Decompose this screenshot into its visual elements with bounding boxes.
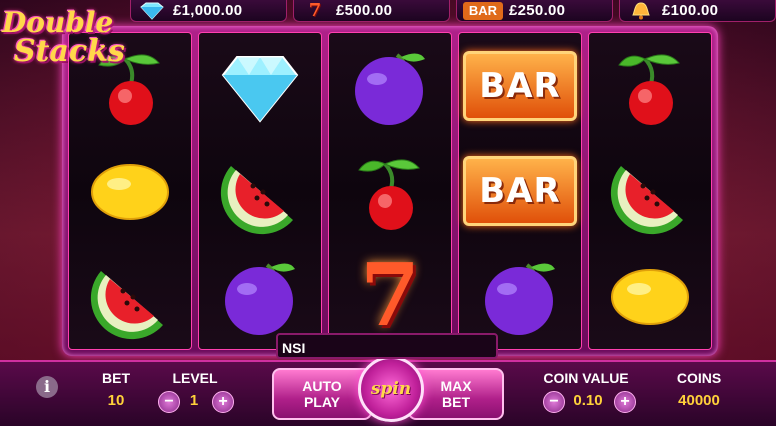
reel-cell: BAR [459,138,581,243]
reel-5 [588,32,712,350]
reel-2 [198,32,322,350]
auto-play-line1: AUTO [302,378,342,394]
coin-value: 0.10 [573,392,603,409]
paytable-bar: £1,000.00 7 £500.00 BAR £250.00 £100.00 [130,0,776,22]
paytable-amount: £500.00 [336,2,393,19]
auto-play-line2: PLAY [303,394,341,410]
level-label: LEVEL [172,370,218,386]
plum-icon [215,251,305,341]
spin-label: spin [370,379,412,399]
paytable-item-seven: 7 £500.00 [293,0,450,22]
level-value: 1 [189,392,199,409]
diamond-icon [137,2,167,20]
bar-icon: BAR [463,1,503,20]
reel-cell [69,138,191,243]
cherry-icon [345,146,435,236]
reels: 7 BAR BAR [68,32,712,350]
control-panel: i BET 10 LEVEL − 1 + AUTO PLAY spin MAX … [0,356,776,426]
bet-value: 10 [107,392,125,409]
reel-cell [199,138,321,243]
bar-icon: BAR [463,155,577,226]
level-increase-button[interactable]: + [212,391,234,413]
reel-cell [329,33,451,138]
max-bet-line1: MAX [440,378,472,394]
bell-icon [626,1,656,20]
coin-value-label: COIN VALUE [543,370,629,386]
reel-cell [199,33,321,138]
seven-icon: 7 [308,0,322,21]
watermelon-icon [85,251,175,341]
lemon-icon [85,146,175,236]
reel-cell [69,244,191,349]
message-bar: NSI [276,333,498,359]
spin-button[interactable]: spin [358,356,424,422]
paytable-amount: £250.00 [509,2,566,19]
level-decrease-button[interactable]: − [158,391,180,413]
max-bet-line2: BET [442,394,470,410]
bet-label: BET [102,370,130,386]
coins-label: COINS [676,370,722,386]
reel-4: BAR BAR [458,32,582,350]
paytable-item-bell: £100.00 [619,0,776,22]
lemon-icon [605,251,695,341]
game-logo: Double Stacks [0,0,140,78]
reel-cell [589,244,711,349]
cherry-icon [605,41,695,131]
reel-cell [589,33,711,138]
coins-value: 40000 [678,392,720,409]
reel-cell [589,138,711,243]
watermelon-icon [605,146,695,236]
logo-line2: Stacks [14,34,125,69]
watermelon-icon [215,146,305,236]
plum-icon [475,251,565,341]
coin-value-decrease-button[interactable]: − [543,391,565,413]
paytable-item-bar: BAR £250.00 [456,0,613,22]
reel-1 [68,32,192,350]
seven-icon: 7 [360,245,420,347]
reel-3: 7 [328,32,452,350]
paytable-item-diamond: £1,000.00 [130,0,287,22]
info-button[interactable]: i [36,376,58,398]
bar-icon: BAR [463,50,577,121]
paytable-amount: £100.00 [662,2,719,19]
reel-cell: BAR [459,33,581,138]
auto-play-button[interactable]: AUTO PLAY [272,368,372,420]
reel-cell [329,138,451,243]
coin-value-increase-button[interactable]: + [614,391,636,413]
diamond-icon [215,41,305,131]
plum-icon [345,41,435,131]
reel-frame: 7 BAR BAR [62,26,718,356]
paytable-amount: £1,000.00 [173,2,243,19]
